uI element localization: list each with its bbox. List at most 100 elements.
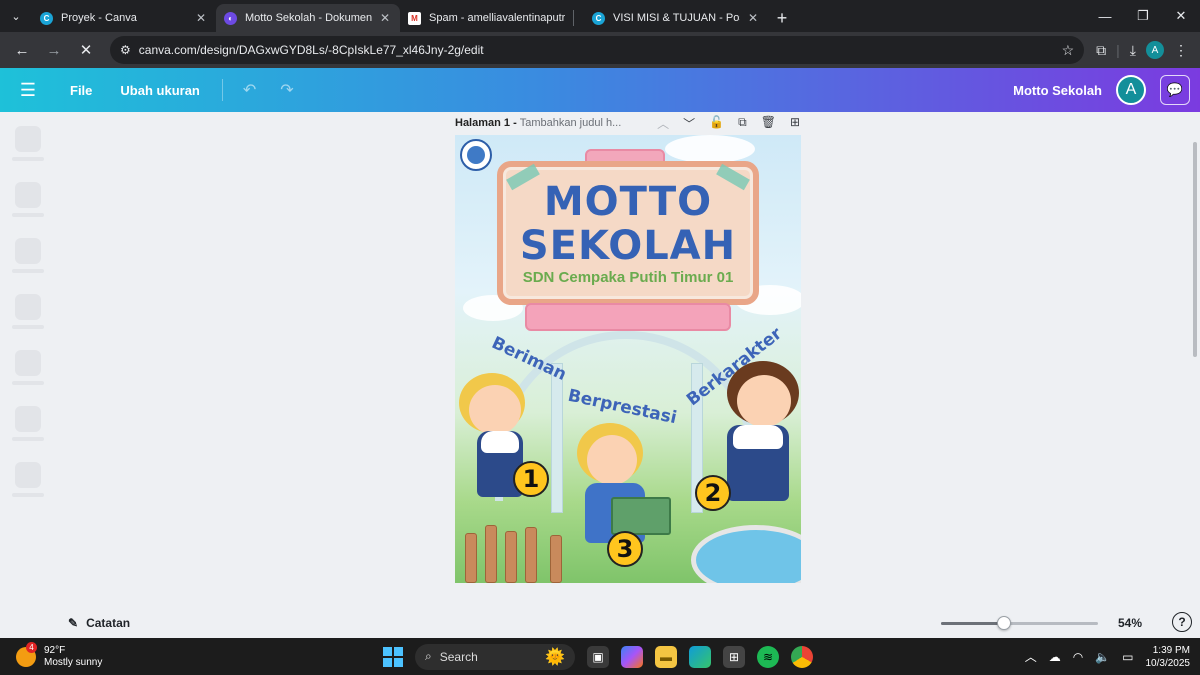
side-panel-item[interactable] <box>12 406 46 441</box>
page-title-input[interactable]: Tambahkan judul h... <box>520 117 622 129</box>
restore-icon[interactable]: ❐ <box>1124 0 1162 32</box>
wifi-icon[interactable]: ◠ <box>1073 650 1083 664</box>
tab-visi-misi[interactable]: C VISI MISI & TUJUAN - Poster (A ✕ <box>584 4 768 32</box>
copilot-icon[interactable] <box>621 645 643 668</box>
user-avatar[interactable]: A <box>1116 75 1146 105</box>
side-panel-item[interactable] <box>12 462 46 497</box>
close-tab-icon[interactable]: ✕ <box>196 11 206 25</box>
kid-shirt <box>481 431 519 453</box>
stop-loading-icon[interactable]: ✕ <box>72 36 100 64</box>
weather-widget[interactable]: 4 92°F Mostly sunny <box>16 641 102 669</box>
close-window-icon[interactable]: ✕ <box>1162 0 1200 32</box>
duplicate-page-icon[interactable]: ⧉ <box>738 115 747 132</box>
chevron-up-icon[interactable]: ︿ <box>657 115 669 132</box>
close-tab-icon[interactable]: ✕ <box>748 11 758 25</box>
sign-bottom-bar <box>525 303 731 331</box>
editor-workspace: Halaman 1 - Tambahkan judul h... ︿ ﹀ 🔓 ⧉… <box>0 112 1200 638</box>
browser-tab-strip: ⌄ C Proyek - Canva ✕ ◐ Motto Sekolah - D… <box>0 0 1200 32</box>
volume-icon[interactable]: 🔈 <box>1095 650 1110 664</box>
url-text[interactable]: canva.com/design/DAGxwGYD8Ls/-8CpIskLe77… <box>139 43 1054 57</box>
cloud-sync-icon[interactable]: ☁ <box>1049 650 1061 664</box>
close-tab-icon[interactable]: ✕ <box>380 11 390 25</box>
show-hidden-icons[interactable]: ︿ <box>1025 648 1037 665</box>
document-title[interactable]: Motto Sekolah <box>1013 83 1102 98</box>
canva-header: ☰ File Ubah ukuran ↶ ↷ Motto Sekolah A 💬 <box>0 68 1200 112</box>
comment-icon[interactable]: 💬 <box>1160 75 1190 105</box>
delete-page-icon[interactable]: 🗑 <box>761 115 776 132</box>
site-info-icon[interactable]: ⚙ <box>120 43 131 57</box>
zoom-slider[interactable] <box>941 616 1098 630</box>
task-view-icon[interactable]: ▣ <box>587 645 609 668</box>
pond <box>691 525 801 583</box>
file-explorer-icon[interactable]: ▬ <box>655 645 677 668</box>
windows-start-icon[interactable] <box>383 646 403 667</box>
windows-taskbar: 4 92°F Mostly sunny ⌕ Search 🌞 ▣ ▬ ⊞ ≋ ︿ <box>0 638 1200 675</box>
battery-icon[interactable]: ▭ <box>1122 650 1133 664</box>
search-icon: ⌕ <box>425 649 432 663</box>
edge-icon[interactable] <box>689 645 711 668</box>
taskbar-apps: ⌕ Search 🌞 ▣ ▬ ⊞ ≋ <box>383 638 813 675</box>
editor-footer: ✎ Catatan 54% ? <box>0 608 1200 638</box>
tab-gmail-spam[interactable]: M Spam - amelliavalentinaputrian <box>400 4 584 32</box>
fence-post <box>485 525 497 583</box>
fence-post <box>465 533 477 583</box>
side-panel-item[interactable] <box>12 126 46 161</box>
fence-post <box>505 531 517 583</box>
new-tab-button[interactable]: + <box>768 4 796 32</box>
forward-icon[interactable]: → <box>40 36 68 64</box>
spotify-icon[interactable]: ≋ <box>757 645 779 668</box>
tab-proyek-canva[interactable]: C Proyek - Canva ✕ <box>32 4 216 32</box>
tab-title: VISI MISI & TUJUAN - Poster (A <box>613 12 740 24</box>
screen: ⌄ C Proyek - Canva ✕ ◐ Motto Sekolah - D… <box>0 0 1200 675</box>
date: 10/3/2025 <box>1145 657 1191 669</box>
side-panel-item[interactable] <box>12 182 46 217</box>
bookmark-star-icon[interactable]: ☆ <box>1062 42 1075 59</box>
undo-icon[interactable]: ↶ <box>231 80 268 100</box>
redo-icon[interactable]: ↷ <box>268 80 305 100</box>
fence-post <box>525 527 537 583</box>
tab-title: Spam - amelliavalentinaputrian <box>429 12 565 24</box>
clock[interactable]: 1:39 PM 10/3/2025 <box>1146 644 1191 670</box>
number-badge-1[interactable]: 1 <box>513 461 549 497</box>
gmail-icon: M <box>408 11 421 25</box>
extensions-icon[interactable]: ⧉ <box>1096 42 1106 59</box>
side-panel-item[interactable] <box>12 294 46 329</box>
store-icon[interactable]: ⊞ <box>723 645 745 668</box>
profile-avatar[interactable]: A <box>1146 41 1164 59</box>
weather-sun-icon: 4 <box>16 641 37 667</box>
add-page-icon[interactable]: ⊞ <box>790 115 800 132</box>
side-panel-item[interactable] <box>12 350 46 385</box>
zoom-percentage[interactable]: 54% <box>1118 616 1142 630</box>
chevron-down-icon[interactable]: ﹀ <box>683 115 695 132</box>
chrome-icon[interactable] <box>791 645 813 668</box>
number-badge-2[interactable]: 2 <box>695 475 731 511</box>
poster-school-name[interactable]: SDN Cempaka Putih Timur 01 <box>497 269 759 286</box>
file-menu-button[interactable]: File <box>56 83 106 98</box>
tab-separator <box>573 10 574 26</box>
poster-title-line2[interactable]: SEKOLAH <box>497 223 759 269</box>
tab-search-icon[interactable]: ⌄ <box>0 0 32 32</box>
design-canvas[interactable]: MOTTO SEKOLAH SDN Cempaka Putih Timur 01… <box>455 135 801 583</box>
zoom-slider-handle[interactable] <box>996 616 1011 630</box>
minimize-icon[interactable]: — <box>1086 0 1124 32</box>
resize-button[interactable]: Ubah ukuran <box>106 83 213 98</box>
hamburger-menu-icon[interactable]: ☰ <box>0 80 56 101</box>
help-icon[interactable]: ? <box>1172 612 1192 632</box>
tab-motto-sekolah[interactable]: ◐ Motto Sekolah - Dokumen ✕ <box>216 4 400 32</box>
address-bar[interactable]: ⚙ canva.com/design/DAGxwGYD8Ls/-8CpIskLe… <box>110 36 1085 64</box>
back-icon[interactable]: ← <box>8 36 36 64</box>
search-highlight-icon: 🌞 <box>545 648 565 666</box>
notes-button[interactable]: ✎ Catatan <box>68 616 130 630</box>
page-actions: ︿ ﹀ 🔓 ⧉ 🗑 ⊞ <box>657 115 800 132</box>
download-icon[interactable]: ⤓ <box>1130 42 1136 59</box>
taskbar-search[interactable]: ⌕ Search 🌞 <box>415 643 575 670</box>
vertical-scrollbar[interactable] <box>1193 142 1197 357</box>
window-controls: — ❐ ✕ <box>1086 0 1200 32</box>
side-panel-item[interactable] <box>12 238 46 273</box>
canva-icon: C <box>592 11 605 25</box>
number-badge-3[interactable]: 3 <box>607 531 643 567</box>
lock-icon[interactable]: 🔓 <box>709 115 724 132</box>
poster-title-line1[interactable]: MOTTO <box>497 179 759 225</box>
chrome-menu-icon[interactable]: ⋮ <box>1174 42 1188 59</box>
notes-icon: ✎ <box>68 616 79 630</box>
